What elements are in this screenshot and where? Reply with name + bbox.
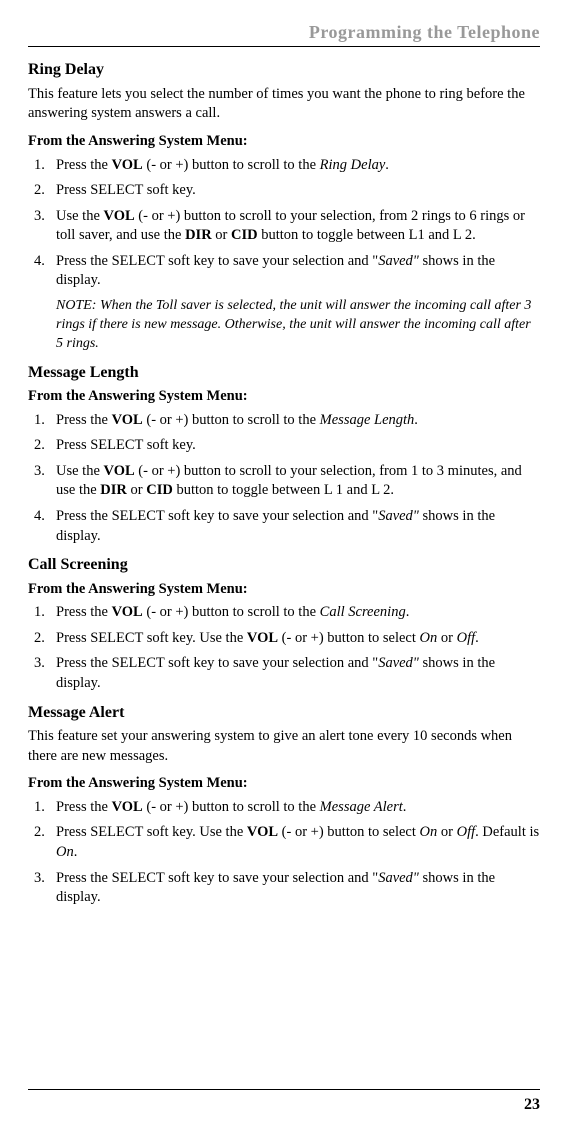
italic-text: On: [420, 630, 438, 646]
step-item: Press the SELECT soft key to save your s…: [28, 654, 540, 693]
content: Ring Delay This feature lets you select t…: [28, 59, 540, 907]
bold-text: DIR: [100, 482, 127, 498]
step-item: Press the VOL (- or +) button to scroll …: [28, 156, 540, 176]
text: or: [127, 482, 146, 498]
text: Press the: [56, 604, 112, 620]
text: or: [437, 630, 456, 646]
text: Press the SELECT soft key to save your s…: [56, 655, 378, 671]
steps-list: Press the VOL (- or +) button to scroll …: [28, 411, 540, 546]
section-subhead: From the Answering System Menu:: [28, 580, 540, 600]
text: button to toggle between L1 and L 2.: [258, 227, 476, 243]
italic-text: Off: [457, 824, 476, 840]
section-subhead: From the Answering System Menu:: [28, 132, 540, 152]
text: Press SELECT soft key.: [56, 437, 196, 453]
text: (- or +) button to scroll to the: [143, 604, 320, 620]
note: NOTE: When the Toll saver is selected, t…: [28, 297, 540, 354]
text: Press SELECT soft key.: [56, 182, 196, 198]
step-item: Press the VOL (- or +) button to scroll …: [28, 603, 540, 623]
step-item: Press the VOL (- or +) button to scroll …: [28, 411, 540, 431]
text: Press SELECT soft key. Use the: [56, 630, 247, 646]
bold-text: CID: [146, 482, 173, 498]
text: Press the SELECT soft key to save your s…: [56, 508, 378, 524]
text: or: [437, 824, 456, 840]
text: Use the: [56, 208, 104, 224]
text: (- or +) button to select: [278, 630, 419, 646]
text: .: [414, 412, 418, 428]
bold-text: VOL: [247, 630, 278, 646]
text: . Default is: [475, 824, 539, 840]
page-footer: 23: [28, 1089, 540, 1116]
bold-text: VOL: [112, 157, 143, 173]
italic-text: On: [420, 824, 438, 840]
text: Press the: [56, 412, 112, 428]
step-item: Press the VOL (- or +) button to scroll …: [28, 798, 540, 818]
bold-text: VOL: [247, 824, 278, 840]
text: .: [74, 844, 78, 860]
bold-text: VOL: [112, 799, 143, 815]
step-item: Press SELECT soft key.: [28, 436, 540, 456]
step-item: Press the SELECT soft key to save your s…: [28, 507, 540, 546]
italic-text: Saved": [378, 253, 419, 269]
bold-text: VOL: [112, 604, 143, 620]
steps-list: Press the VOL (- or +) button to scroll …: [28, 156, 540, 291]
text: .: [406, 604, 410, 620]
text: button to toggle between L 1 and L 2.: [173, 482, 394, 498]
text: Press the: [56, 157, 112, 173]
text: Press the SELECT soft key to save your s…: [56, 253, 378, 269]
section-subhead: From the Answering System Menu:: [28, 774, 540, 794]
step-item: Press SELECT soft key. Use the VOL (- or…: [28, 629, 540, 649]
italic-text: Saved": [378, 508, 419, 524]
steps-list: Press the VOL (- or +) button to scroll …: [28, 798, 540, 908]
italic-text: Message Alert: [320, 799, 403, 815]
text: (- or +) button to scroll to the: [143, 412, 320, 428]
italic-text: Ring Delay: [320, 157, 386, 173]
italic-text: Saved": [378, 655, 419, 671]
italic-text: Off: [457, 630, 476, 646]
section-intro: This feature lets you select the number …: [28, 85, 540, 124]
text: Press the SELECT soft key to save your s…: [56, 870, 378, 886]
text: Press the: [56, 799, 112, 815]
step-item: Press SELECT soft key.: [28, 181, 540, 201]
text: Use the: [56, 463, 104, 479]
steps-list: Press the VOL (- or +) button to scroll …: [28, 603, 540, 693]
bold-text: DIR: [185, 227, 212, 243]
section-intro: This feature set your answering system t…: [28, 727, 540, 766]
text: (- or +) button to scroll to the: [143, 799, 320, 815]
bold-text: VOL: [104, 463, 135, 479]
section-title: Call Screening: [28, 554, 540, 576]
section-title: Ring Delay: [28, 59, 540, 81]
text: .: [385, 157, 389, 173]
step-item: Use the VOL (- or +) button to scroll to…: [28, 462, 540, 501]
bold-text: CID: [231, 227, 258, 243]
page-header: Programming the Telephone: [28, 20, 540, 47]
italic-text: Message Length: [320, 412, 415, 428]
italic-text: On: [56, 844, 74, 860]
text: (- or +) button to scroll to the: [143, 157, 320, 173]
step-item: Press SELECT soft key. Use the VOL (- or…: [28, 823, 540, 862]
italic-text: Saved": [378, 870, 419, 886]
italic-text: Call Screening: [320, 604, 406, 620]
page-number: 23: [524, 1096, 540, 1113]
section-title: Message Alert: [28, 702, 540, 724]
step-item: Use the VOL (- or +) button to scroll to…: [28, 207, 540, 246]
text: or: [212, 227, 231, 243]
bold-text: VOL: [112, 412, 143, 428]
bold-text: VOL: [104, 208, 135, 224]
text: (- or +) button to select: [278, 824, 419, 840]
section-subhead: From the Answering System Menu:: [28, 387, 540, 407]
step-item: Press the SELECT soft key to save your s…: [28, 252, 540, 291]
text: .: [475, 630, 479, 646]
text: .: [403, 799, 407, 815]
text: Press SELECT soft key. Use the: [56, 824, 247, 840]
section-title: Message Length: [28, 362, 540, 384]
step-item: Press the SELECT soft key to save your s…: [28, 869, 540, 908]
